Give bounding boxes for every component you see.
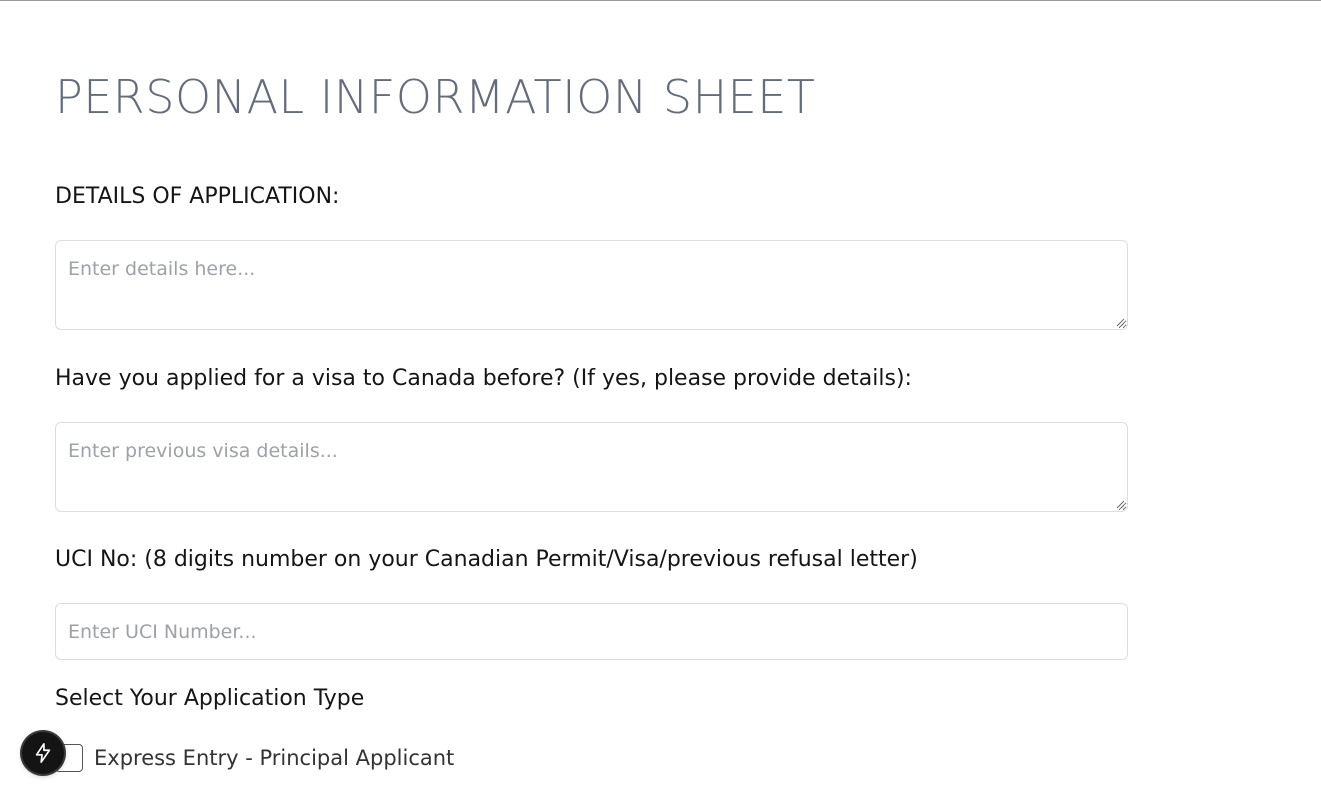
uci-input[interactable] <box>55 603 1128 660</box>
floating-action-button[interactable] <box>22 732 64 774</box>
details-label: DETAILS OF APPLICATION: <box>55 184 340 209</box>
resize-grip-icon[interactable] <box>1115 317 1125 327</box>
lightning-bolt-icon <box>35 743 51 763</box>
page-title: PERSONAL INFORMATION SHEET <box>55 70 816 124</box>
express-entry-label: Express Entry - Principal Applicant <box>94 746 455 770</box>
previous-visa-label: Have you applied for a visa to Canada be… <box>55 366 912 391</box>
resize-grip-icon[interactable] <box>1115 499 1125 509</box>
previous-visa-textarea[interactable] <box>55 422 1128 512</box>
top-border-line <box>0 0 1321 1</box>
details-textarea[interactable] <box>55 240 1128 330</box>
uci-label: UCI No: (8 digits number on your Canadia… <box>55 547 918 572</box>
express-entry-option[interactable]: Express Entry - Principal Applicant <box>55 744 454 772</box>
application-type-label: Select Your Application Type <box>55 686 365 711</box>
